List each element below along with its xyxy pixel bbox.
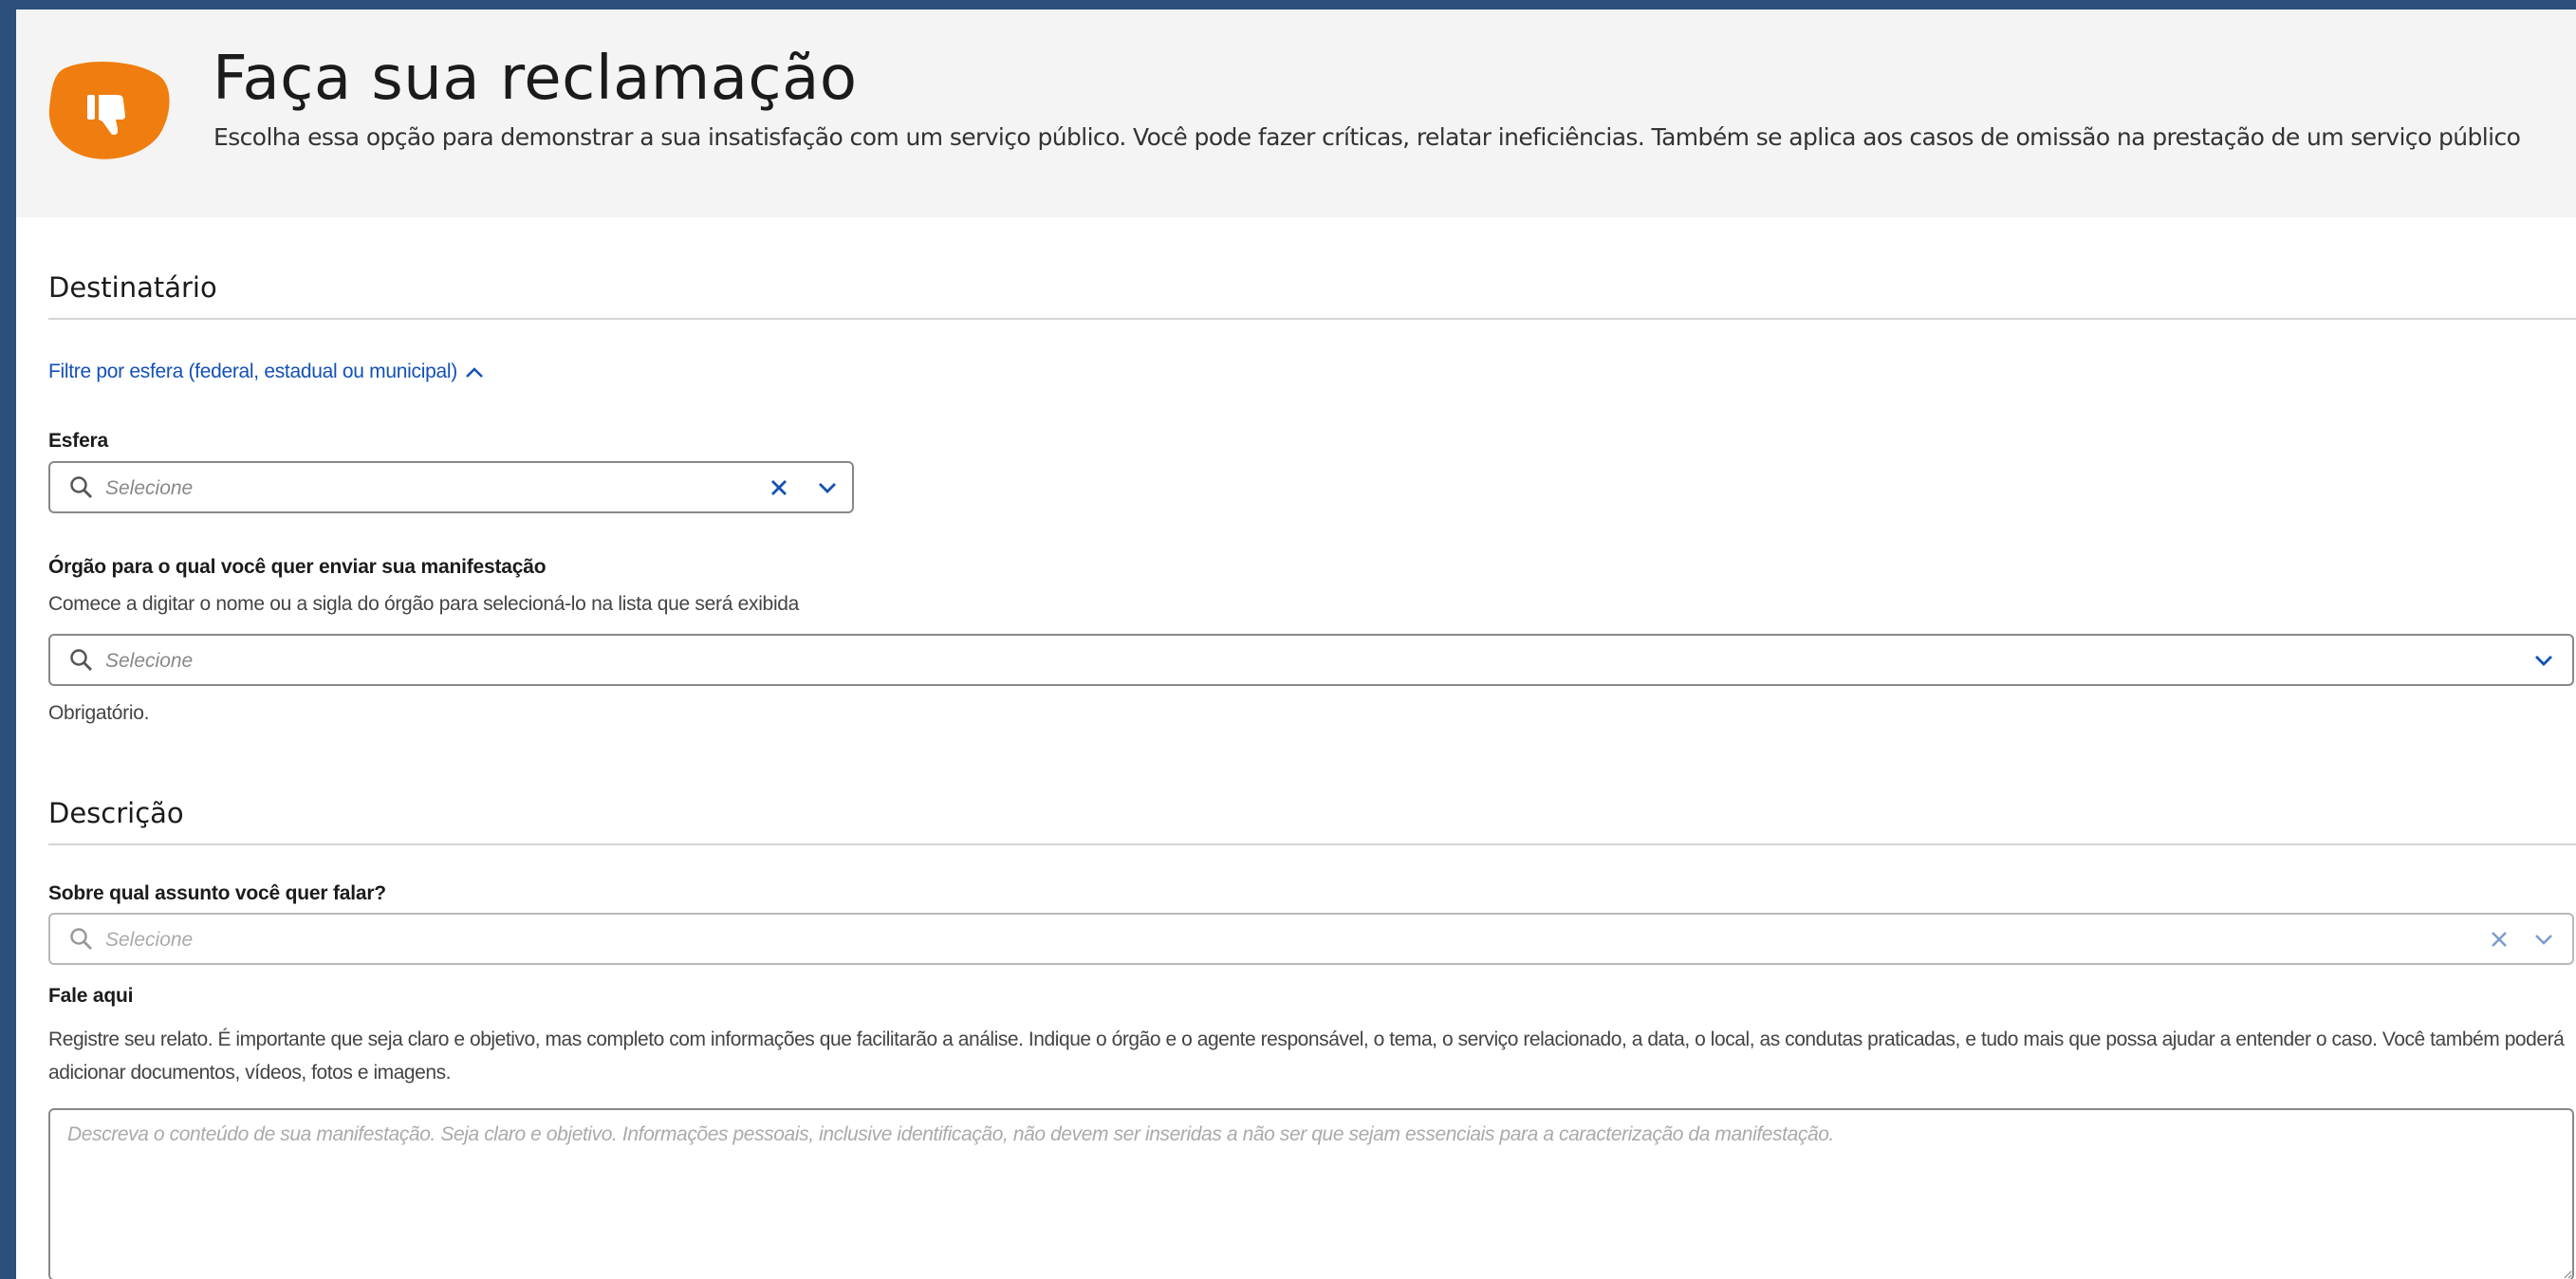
search-icon [70, 649, 92, 671]
search-icon [70, 928, 92, 950]
page-title: Faça sua reclamação [213, 44, 858, 114]
esfera-select[interactable] [48, 461, 854, 513]
section-title-descricao: Descrição [48, 797, 184, 829]
orgao-required-hint: Obrigatório. [48, 702, 150, 724]
esfera-input[interactable] [103, 471, 588, 507]
filter-esfera-link[interactable]: Filtre por esfera (federal, estadual ou … [48, 361, 484, 383]
assunto-select[interactable] [48, 913, 2574, 965]
orgao-label: Órgão para o qual você quer enviar sua m… [48, 556, 547, 578]
assunto-label: Sobre qual assunto você quer falar? [48, 882, 386, 904]
esfera-label: Esfera [48, 430, 109, 452]
description-textarea[interactable] [48, 1108, 2574, 1279]
chevron-down-icon[interactable] [2532, 929, 2555, 950]
search-icon [70, 476, 92, 498]
fale-aqui-label: Fale aqui [48, 985, 134, 1007]
page-description: Escolha essa opção para demonstrar a sua… [213, 123, 2521, 151]
filter-esfera-label: Filtre por esfera (federal, estadual ou … [48, 361, 457, 382]
chevron-down-icon[interactable] [816, 477, 839, 498]
chevron-up-icon [466, 367, 483, 378]
orgao-input[interactable] [103, 643, 1621, 679]
fale-aqui-help: Registre seu relato. É importante que se… [48, 1029, 2565, 1084]
section-title-destinatario: Destinatário [48, 271, 217, 304]
page-header: Faça sua reclamação Escolha essa opção p… [16, 9, 2576, 217]
page: Faça sua reclamação Escolha essa opção p… [16, 9, 2576, 1279]
section-divider [48, 318, 2576, 320]
section-divider [48, 843, 2576, 845]
orgao-help: Comece a digitar o nome ou a sigla do ór… [48, 593, 800, 615]
clear-icon[interactable] [769, 477, 789, 498]
clear-icon[interactable] [2489, 929, 2510, 950]
orgao-select[interactable] [48, 634, 2574, 686]
assunto-input[interactable] [103, 922, 1621, 958]
thumbs-down-icon [48, 62, 170, 159]
chevron-down-icon[interactable] [2532, 650, 2555, 671]
